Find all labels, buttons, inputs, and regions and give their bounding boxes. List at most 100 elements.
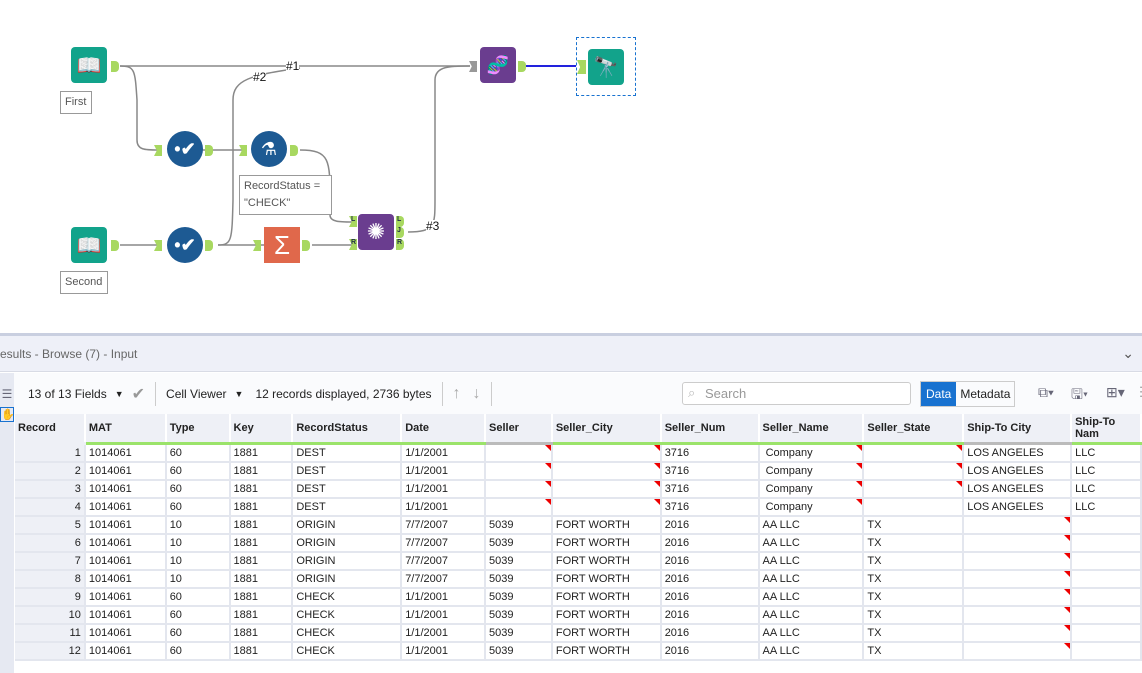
table-row[interactable]: 1 1014061 60 1881 DEST 1/1/2001 3716 Company LO… <box>15 443 1142 463</box>
table-cell[interactable]: LOS ANGELES <box>963 479 1073 499</box>
union-tool[interactable]: 🧬 <box>480 47 516 83</box>
record-number[interactable]: 12 <box>15 641 86 661</box>
table-cell[interactable]: 60 <box>165 461 231 481</box>
table-cell[interactable]: Company <box>758 443 865 463</box>
copy-icon[interactable]: ⧉▾ <box>1038 384 1054 401</box>
table-cell[interactable] <box>1071 587 1142 607</box>
table-cell[interactable]: AA LLC <box>758 623 865 643</box>
search-input[interactable]: ⌕ Search <box>682 382 911 405</box>
table-cell[interactable]: 10 <box>165 569 231 589</box>
table-cell[interactable]: 1014061 <box>84 641 167 661</box>
table-cell[interactable] <box>485 497 553 517</box>
table-cell[interactable]: FORT WORTH <box>551 641 662 661</box>
input-tool-second[interactable]: 📖 <box>71 227 107 263</box>
table-cell[interactable]: 1/1/2001 <box>401 497 486 517</box>
column-header[interactable]: Date <box>401 414 486 445</box>
filter-tool[interactable]: ⚗ <box>251 131 287 167</box>
table-cell[interactable] <box>551 443 662 463</box>
table-cell[interactable]: 1881 <box>229 515 294 535</box>
table-cell[interactable]: LOS ANGELES <box>963 443 1073 463</box>
column-header[interactable]: RecordStatus <box>292 414 403 445</box>
column-header[interactable]: MAT <box>84 414 167 445</box>
table-cell[interactable]: ORIGIN <box>292 533 403 553</box>
table-cell[interactable]: 7/7/2007 <box>401 569 486 589</box>
table-cell[interactable]: 2016 <box>660 533 760 553</box>
table-cell[interactable]: 3716 <box>660 497 760 517</box>
table-cell[interactable]: TX <box>863 533 965 553</box>
table-cell[interactable]: 10 <box>165 515 231 535</box>
table-row[interactable]: 3 1014061 60 1881 DEST 1/1/2001 3716 Company LO… <box>15 479 1142 499</box>
table-cell[interactable]: 1881 <box>229 443 294 463</box>
table-cell[interactable]: 1014061 <box>84 587 167 607</box>
table-cell[interactable]: 2016 <box>660 605 760 625</box>
table-row[interactable]: 12 1014061 60 1881 CHECK 1/1/2001 5039 FORT WOR… <box>15 641 1142 661</box>
table-view-icon[interactable]: ☰ <box>0 387 14 401</box>
table-cell[interactable]: 1014061 <box>84 443 167 463</box>
table-cell[interactable]: 1/1/2001 <box>401 623 486 643</box>
table-cell[interactable] <box>963 551 1073 571</box>
table-cell[interactable]: LLC <box>1071 443 1142 463</box>
table-cell[interactable]: 1881 <box>229 587 294 607</box>
table-cell[interactable]: LLC <box>1071 461 1142 481</box>
table-row[interactable]: 6 1014061 10 1881 ORIGIN 7/7/2007 5039 FORT WOR… <box>15 533 1142 553</box>
summarize-tool[interactable]: Σ <box>264 227 300 263</box>
table-cell[interactable]: LOS ANGELES <box>963 497 1073 517</box>
table-row[interactable]: 8 1014061 10 1881 ORIGIN 7/7/2007 5039 FORT WOR… <box>15 569 1142 589</box>
table-cell[interactable]: 1881 <box>229 461 294 481</box>
table-cell[interactable]: 3716 <box>660 443 760 463</box>
table-cell[interactable]: 1/1/2001 <box>401 461 486 481</box>
table-cell[interactable]: FORT WORTH <box>551 623 662 643</box>
table-cell[interactable]: 1/1/2001 <box>401 479 486 499</box>
table-cell[interactable]: 1881 <box>229 623 294 643</box>
table-cell[interactable]: 1881 <box>229 497 294 517</box>
table-cell[interactable]: 1881 <box>229 551 294 571</box>
table-cell[interactable]: 5039 <box>485 641 553 661</box>
column-header[interactable]: Seller_Num <box>660 414 760 445</box>
table-cell[interactable]: 7/7/2007 <box>401 515 486 535</box>
output-anchor[interactable] <box>205 240 213 251</box>
table-cell[interactable] <box>1071 515 1142 535</box>
table-cell[interactable]: CHECK <box>292 641 403 661</box>
table-cell[interactable]: 1014061 <box>84 461 167 481</box>
table-cell[interactable]: TX <box>863 569 965 589</box>
record-number[interactable]: 4 <box>15 497 86 517</box>
output-anchor[interactable] <box>290 145 298 156</box>
column-header[interactable]: Key <box>229 414 294 445</box>
record-number[interactable]: 8 <box>15 569 86 589</box>
table-row[interactable]: 11 1014061 60 1881 CHECK 1/1/2001 5039 FORT WOR… <box>15 623 1142 643</box>
table-cell[interactable] <box>863 497 965 517</box>
table-cell[interactable]: FORT WORTH <box>551 533 662 553</box>
output-anchor[interactable] <box>302 240 310 251</box>
caret-down-icon[interactable]: ▼ <box>115 389 124 399</box>
table-cell[interactable] <box>963 515 1073 535</box>
table-cell[interactable]: DEST <box>292 479 403 499</box>
table-cell[interactable]: 1014061 <box>84 605 167 625</box>
table-cell[interactable]: TX <box>863 605 965 625</box>
fields-selector[interactable]: 13 of 13 Fields <box>28 387 107 401</box>
table-row[interactable]: 10 1014061 60 1881 CHECK 1/1/2001 5039 FORT WOR… <box>15 605 1142 625</box>
table-cell[interactable]: 5039 <box>485 605 553 625</box>
output-anchor[interactable] <box>111 240 119 251</box>
table-row[interactable]: 9 1014061 60 1881 CHECK 1/1/2001 5039 FORT WORT… <box>15 587 1142 607</box>
record-number[interactable]: 11 <box>15 623 86 643</box>
table-cell[interactable]: 60 <box>165 623 231 643</box>
table-cell[interactable] <box>551 497 662 517</box>
chevron-down-icon[interactable]: ⌄ <box>1122 345 1134 362</box>
record-number[interactable]: 1 <box>15 443 86 463</box>
table-cell[interactable]: 2016 <box>660 587 760 607</box>
select-tool-2[interactable]: •✔ <box>167 227 203 263</box>
table-cell[interactable] <box>1071 605 1142 625</box>
table-cell[interactable]: ORIGIN <box>292 569 403 589</box>
join-output-join[interactable]: J <box>396 227 404 238</box>
table-row[interactable]: 7 1014061 10 1881 ORIGIN 7/7/2007 5039 FORT WOR… <box>15 551 1142 571</box>
join-output-right[interactable]: R <box>396 239 404 250</box>
table-cell[interactable]: LLC <box>1071 497 1142 517</box>
table-cell[interactable]: TX <box>863 587 965 607</box>
output-anchor[interactable] <box>205 145 213 156</box>
table-cell[interactable]: 2016 <box>660 551 760 571</box>
table-cell[interactable] <box>485 479 553 499</box>
table-cell[interactable]: Company <box>758 479 865 499</box>
table-cell[interactable]: 3716 <box>660 479 760 499</box>
table-cell[interactable]: 5039 <box>485 569 553 589</box>
table-cell[interactable] <box>1071 623 1142 643</box>
